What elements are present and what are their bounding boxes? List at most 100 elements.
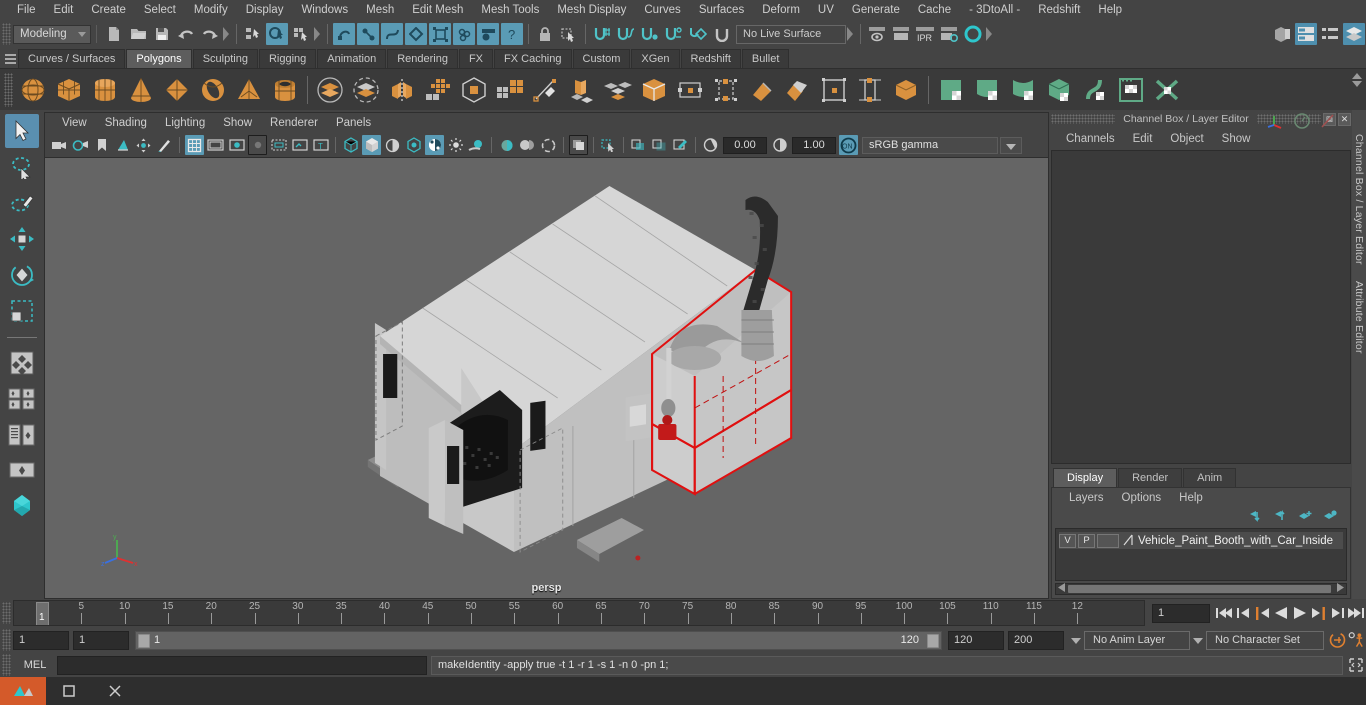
shaded-wireframe-icon[interactable]	[383, 135, 402, 155]
use-default-lighting-icon[interactable]	[425, 135, 444, 155]
step-back-key-icon[interactable]	[1233, 602, 1252, 624]
motion-blur-icon[interactable]	[497, 135, 516, 155]
viewport-menu-renderer[interactable]: Renderer	[261, 113, 327, 133]
viewport-menu-lighting[interactable]: Lighting	[156, 113, 214, 133]
scroll-left-icon[interactable]	[1058, 583, 1066, 595]
layer-name[interactable]: Vehicle_Paint_Booth_with_Car_Inside	[1135, 535, 1333, 547]
viewport-menu-shading[interactable]: Shading	[96, 113, 156, 133]
poly-plane-icon[interactable]	[159, 72, 195, 108]
menu-item-file[interactable]: File	[8, 0, 45, 21]
menu-item-edit-mesh[interactable]: Edit Mesh	[403, 0, 472, 21]
combine-icon[interactable]	[312, 72, 348, 108]
channel-box-content[interactable]	[1051, 150, 1351, 464]
uv-planar-icon[interactable]	[816, 72, 852, 108]
poly-cylinder-icon[interactable]	[87, 72, 123, 108]
four-view-layout-icon[interactable]	[5, 382, 39, 416]
menu-item-surfaces[interactable]: Surfaces	[690, 0, 753, 21]
marquee-select-icon[interactable]	[558, 23, 580, 45]
anim-start-time-field[interactable]: 1	[13, 630, 69, 650]
statusline-expand-4[interactable]	[985, 24, 995, 44]
exposure-field[interactable]: 0.00	[723, 136, 767, 154]
layer-editor-icon[interactable]	[1343, 23, 1365, 45]
viewport-menu-view[interactable]: View	[53, 113, 96, 133]
shelf-tab-rigging[interactable]: Rigging	[258, 49, 317, 68]
ipr-render-icon[interactable]	[890, 23, 912, 45]
snap-point-icon[interactable]	[639, 23, 661, 45]
uv-spherical-icon[interactable]	[888, 72, 924, 108]
color-space-dropdown-icon[interactable]	[1000, 136, 1022, 154]
speed-gauge-icon[interactable]	[1293, 112, 1311, 133]
menu-item-edit[interactable]: Edit	[45, 0, 83, 21]
mask-handle-icon[interactable]	[333, 23, 355, 45]
uv-cube-map-icon[interactable]	[1041, 72, 1077, 108]
current-frame-input[interactable]: 1	[1152, 603, 1210, 623]
window-close-icon[interactable]	[92, 677, 138, 705]
scale-tool-icon[interactable]	[5, 294, 39, 328]
show-hide-attribute-editor-icon[interactable]	[1271, 23, 1293, 45]
live-surface-field[interactable]: No Live Surface	[736, 24, 846, 44]
poly-cone-icon[interactable]	[123, 72, 159, 108]
multisample-icon[interactable]	[518, 135, 537, 155]
shelf-scroll-buttons[interactable]	[1350, 71, 1364, 109]
gamma-icon[interactable]	[770, 135, 789, 155]
channel-box-menu-show[interactable]: Show	[1213, 133, 1260, 145]
menu-item-help[interactable]: Help	[1089, 0, 1131, 21]
layer-tab-anim[interactable]: Anim	[1183, 468, 1237, 487]
auto-keyframe-toggle-icon[interactable]	[1328, 629, 1347, 651]
render-settings-icon[interactable]	[938, 23, 960, 45]
menu-item-redshift[interactable]: Redshift	[1029, 0, 1089, 21]
color-space-field[interactable]: sRGB gamma	[862, 136, 998, 154]
shadows-icon[interactable]	[446, 135, 465, 155]
select-tool-icon[interactable]	[5, 114, 39, 148]
show-hide-tool-settings-icon[interactable]	[1295, 23, 1317, 45]
poly-pipe-icon[interactable]	[267, 72, 303, 108]
select-by-object-icon[interactable]	[266, 23, 288, 45]
shelf-tab-redshift[interactable]: Redshift	[680, 49, 741, 68]
shelf-tab-rendering[interactable]: Rendering	[387, 49, 458, 68]
poly-pyramid-icon[interactable]	[231, 72, 267, 108]
persp-layout-icon[interactable]	[5, 454, 39, 488]
select-by-hierarchy-icon[interactable]	[242, 23, 264, 45]
select-by-component-icon[interactable]	[290, 23, 312, 45]
curve-slash-icon[interactable]	[1319, 112, 1337, 133]
menu-item-mesh-display[interactable]: Mesh Display	[548, 0, 635, 21]
channel-box-menu-edit[interactable]: Edit	[1124, 133, 1162, 145]
new-layer-from-selected-icon[interactable]	[1322, 509, 1338, 527]
shelf-tab-custom[interactable]: Custom	[572, 49, 631, 68]
time-slider-grip[interactable]	[2, 602, 11, 624]
hypershade-icon[interactable]	[5, 490, 39, 524]
channel-box-menu-object[interactable]: Object	[1161, 133, 1212, 145]
shelf-scroll-up-icon[interactable]	[1352, 73, 1362, 79]
resolution-gate-icon[interactable]	[227, 135, 246, 155]
sculpt-icon[interactable]	[744, 72, 780, 108]
layer-menu-options[interactable]: Options	[1113, 492, 1171, 504]
mask-joint-icon[interactable]	[357, 23, 379, 45]
go-to-start-icon[interactable]	[1214, 602, 1233, 624]
layer-menu-help[interactable]: Help	[1170, 492, 1212, 504]
menu-item-windows[interactable]: Windows	[292, 0, 357, 21]
color-picker-icon[interactable]	[671, 135, 690, 155]
uv-layout-icon[interactable]	[1005, 72, 1041, 108]
uv-cylindrical-icon[interactable]	[852, 72, 888, 108]
smooth-icon[interactable]	[420, 72, 456, 108]
statusline-expand-1[interactable]	[222, 24, 232, 44]
isolate-select-marquee-icon[interactable]	[599, 135, 618, 155]
quad-draw-icon[interactable]	[708, 72, 744, 108]
safe-title-icon[interactable]: T	[311, 135, 330, 155]
statusline-expand-2[interactable]	[313, 24, 323, 44]
layer-visibility-toggle[interactable]: V	[1059, 533, 1076, 548]
poly-sphere-icon[interactable]	[15, 72, 51, 108]
open-scene-icon[interactable]	[127, 23, 149, 45]
menu-item-mesh-tools[interactable]: Mesh Tools	[472, 0, 548, 21]
menu-item-mesh[interactable]: Mesh	[357, 0, 403, 21]
uv-texture-editor-icon[interactable]	[1113, 72, 1149, 108]
script-editor-icon[interactable]	[1346, 655, 1366, 675]
xray-icon[interactable]	[539, 135, 558, 155]
command-line-grip[interactable]	[2, 654, 11, 676]
range-end-time-field[interactable]: 120	[948, 630, 1004, 650]
menu-item-modify[interactable]: Modify	[185, 0, 237, 21]
range-left-handle[interactable]	[138, 633, 150, 648]
menu-set-selector[interactable]: Modeling	[13, 24, 91, 44]
film-gate-icon[interactable]	[206, 135, 225, 155]
character-set-field[interactable]: No Character Set	[1206, 630, 1324, 650]
